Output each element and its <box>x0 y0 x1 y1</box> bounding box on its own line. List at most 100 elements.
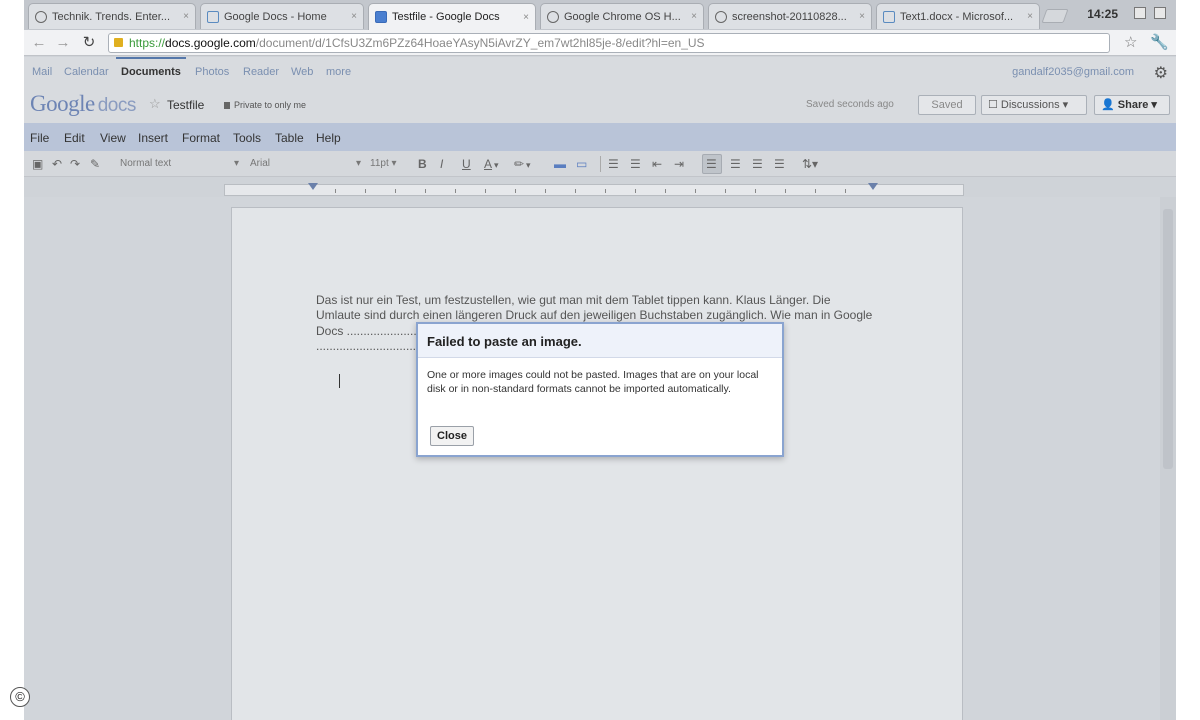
minimize-icon[interactable] <box>1134 7 1146 19</box>
document-title[interactable]: Testfile <box>167 98 204 112</box>
gbar-link-web[interactable]: Web <box>291 66 313 78</box>
decrease-indent-icon[interactable]: ⇤ <box>652 157 662 171</box>
account-email[interactable]: gandalf2035@gmail.com <box>1012 66 1134 78</box>
drive-icon <box>207 10 219 23</box>
ruler-tick <box>425 189 426 193</box>
line-spacing-icon[interactable]: ⇅▾ <box>802 157 818 171</box>
ruler-tick <box>575 189 576 193</box>
text-color-dropdown-icon[interactable]: ▾ <box>494 160 499 171</box>
numbered-list-icon[interactable]: ☰ <box>608 157 619 171</box>
format-toolbar: ▣ ↶ ↷ ✎ Normal text ▾ Arial ▾ 11pt ▾ B I… <box>24 151 1176 177</box>
indent-marker[interactable] <box>308 183 318 190</box>
print-icon[interactable]: ▣ <box>32 157 43 171</box>
bulleted-list-icon[interactable]: ☰ <box>630 157 641 171</box>
size-select[interactable]: 11pt ▾ <box>370 158 397 169</box>
new-tab-button[interactable] <box>1041 9 1069 23</box>
globe-icon <box>35 10 47 23</box>
menu-insert[interactable]: Insert <box>138 131 168 145</box>
discussions-button[interactable]: ☐ Discussions ▾ <box>981 95 1087 115</box>
increase-indent-icon[interactable]: ⇥ <box>674 157 684 171</box>
drive-icon <box>883 10 895 23</box>
menu-file[interactable]: File <box>30 131 49 145</box>
lock-icon <box>224 102 230 109</box>
text-color-button[interactable]: A <box>484 157 492 171</box>
right-margin-marker[interactable] <box>868 183 878 190</box>
ruler-tick <box>455 189 456 193</box>
tab-text1-docx[interactable]: Text1.docx - Microsof... × <box>876 3 1040 29</box>
star-icon[interactable]: ☆ <box>149 96 161 112</box>
dialog-title: Failed to paste an image. <box>418 324 782 358</box>
scrollbar-thumb[interactable] <box>1163 209 1173 469</box>
gbar-link-calendar[interactable]: Calendar <box>64 66 109 78</box>
share-button[interactable]: 👤 Share ▾ <box>1094 95 1170 115</box>
google-docs-logo[interactable]: Google docs <box>30 91 136 117</box>
justify-icon[interactable]: ☰ <box>774 157 785 171</box>
align-center-icon[interactable]: ☰ <box>730 157 741 171</box>
undo-icon[interactable]: ↶ <box>52 157 62 171</box>
lock-icon <box>114 38 123 47</box>
close-icon[interactable]: × <box>183 11 189 22</box>
gbar-link-reader[interactable]: Reader <box>243 66 279 78</box>
gbar-link-photos[interactable]: Photos <box>195 66 229 78</box>
gbar-link-documents[interactable]: Documents <box>121 66 181 78</box>
highlight-dropdown-icon[interactable]: ▾ <box>526 160 531 171</box>
tab-testfile[interactable]: Testfile - Google Docs × <box>368 3 536 30</box>
wrench-icon[interactable]: 🔧 <box>1150 33 1169 51</box>
menu-edit[interactable]: Edit <box>64 131 85 145</box>
menu-table[interactable]: Table <box>275 131 304 145</box>
underline-button[interactable]: U <box>462 157 471 171</box>
privacy-status[interactable]: Private to only me <box>224 100 306 110</box>
document-page[interactable]: Das ist nur ein Test, um festzustellen, … <box>231 207 963 720</box>
tab-label: Technik. Trends. Enter... <box>52 10 171 23</box>
menu-help[interactable]: Help <box>316 131 341 145</box>
bookmark-star-icon[interactable]: ☆ <box>1124 33 1137 51</box>
highlight-color-icon[interactable]: ✏ <box>514 157 524 171</box>
ruler-tick <box>395 189 396 193</box>
ruler-tick <box>605 189 606 193</box>
tab-screenshot[interactable]: screenshot-20110828... × <box>708 3 872 29</box>
gear-icon[interactable]: ⚙ <box>1154 63 1168 83</box>
close-icon[interactable]: × <box>523 12 529 23</box>
active-indicator <box>116 57 186 59</box>
menu-tools[interactable]: Tools <box>233 131 261 145</box>
document-canvas[interactable]: Das ist nur ein Test, um festzustellen, … <box>24 197 1176 720</box>
close-button[interactable]: Close <box>430 426 474 446</box>
ruler <box>224 183 964 196</box>
style-dropdown-icon[interactable]: ▾ <box>234 158 239 169</box>
back-button[interactable]: ← <box>30 34 48 52</box>
close-icon[interactable]: × <box>859 11 865 22</box>
tab-google-docs-home[interactable]: Google Docs - Home × <box>200 3 364 29</box>
tab-label: Google Chrome OS H... <box>564 10 681 23</box>
address-bar[interactable]: https://docs.google.com/document/d/1CfsU… <box>108 33 1110 53</box>
menu-format[interactable]: Format <box>182 131 220 145</box>
tab-label: Testfile - Google Docs <box>392 11 500 23</box>
forward-button[interactable]: → <box>54 34 72 52</box>
tab-strip: Technik. Trends. Enter... × Google Docs … <box>24 0 1176 30</box>
reload-button[interactable]: ↻ <box>80 34 98 52</box>
ruler-tick <box>545 189 546 193</box>
paint-format-icon[interactable]: ✎ <box>90 157 100 171</box>
align-right-icon[interactable]: ☰ <box>752 157 763 171</box>
menu-view[interactable]: View <box>100 131 126 145</box>
close-icon[interactable]: × <box>691 11 697 22</box>
style-select[interactable]: Normal text <box>120 158 248 169</box>
close-icon[interactable]: × <box>351 11 357 22</box>
vertical-scrollbar[interactable] <box>1160 197 1176 720</box>
font-dropdown-icon[interactable]: ▾ <box>356 158 361 169</box>
align-left-icon[interactable]: ☰ <box>706 157 717 171</box>
close-icon[interactable]: × <box>1027 11 1033 22</box>
comment-icon[interactable]: ▭ <box>576 157 587 171</box>
discussions-label: Discussions <box>1000 99 1060 111</box>
gbar-link-mail[interactable]: Mail <box>32 66 52 78</box>
saved-button[interactable]: Saved <box>918 95 976 115</box>
font-select[interactable]: Arial <box>250 158 370 169</box>
maximize-icon[interactable] <box>1154 7 1166 19</box>
ruler-tick <box>815 189 816 193</box>
italic-button[interactable]: I <box>440 157 443 171</box>
redo-icon[interactable]: ↷ <box>70 157 80 171</box>
link-icon[interactable]: ▬ <box>554 157 566 171</box>
tab-technik[interactable]: Technik. Trends. Enter... × <box>28 3 196 29</box>
tab-chrome-os[interactable]: Google Chrome OS H... × <box>540 3 704 29</box>
gbar-link-more[interactable]: more <box>326 66 351 78</box>
bold-button[interactable]: B <box>418 157 427 171</box>
